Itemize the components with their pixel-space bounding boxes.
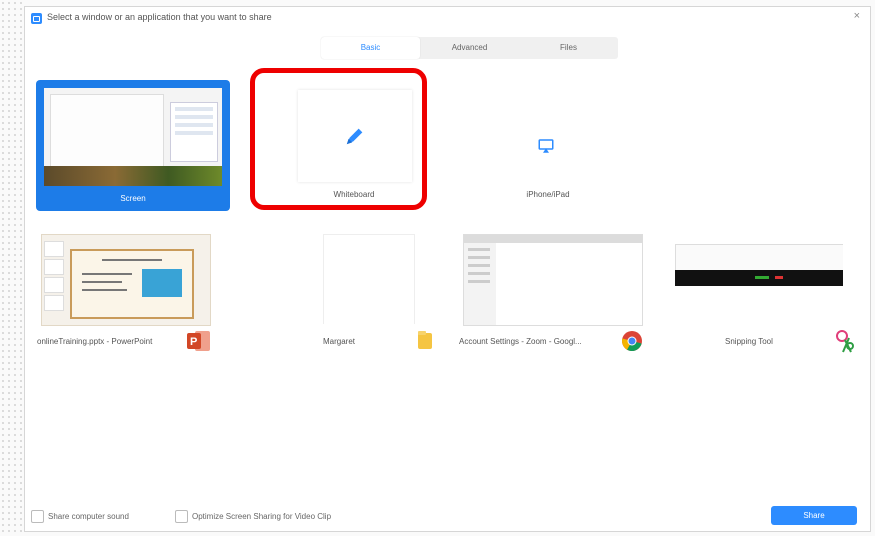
window-label-powerpoint: onlineTraining.pptx - PowerPoint <box>37 337 153 346</box>
window-tile-powerpoint[interactable]: onlineTraining.pptx - PowerPoint P <box>31 230 221 360</box>
title-bar: Select a window or an application that y… <box>25 7 870 29</box>
optimize-video-label: Optimize Screen Sharing for Video Clip <box>192 512 332 521</box>
share-screen-dialog: Select a window or an application that y… <box>24 6 871 532</box>
share-button[interactable]: Share <box>771 506 857 525</box>
share-option-whiteboard[interactable]: Whiteboard <box>270 80 438 211</box>
window-label-snipping-tool: Snipping Tool <box>725 337 773 346</box>
pencil-icon <box>346 128 363 145</box>
iphone-card <box>518 116 574 176</box>
tab-advanced[interactable]: Advanced <box>420 37 519 59</box>
left-edge-texture <box>0 0 24 536</box>
whiteboard-label: Whiteboard <box>333 190 375 199</box>
tab-files[interactable]: Files <box>519 37 618 59</box>
dialog-footer: Share computer sound Optimize Screen Sha… <box>25 501 870 531</box>
screen-label: Screen <box>120 194 146 203</box>
window-tile-chrome[interactable]: Account Settings - Zoom - Googl... <box>453 230 643 360</box>
airplay-icon <box>538 139 554 153</box>
close-icon[interactable]: × <box>854 10 860 22</box>
powerpoint-thumbnail <box>41 234 211 326</box>
svg-text:P: P <box>190 336 197 348</box>
window-tile-margaret[interactable]: Margaret <box>273 230 463 360</box>
file-explorer-icon <box>417 330 433 355</box>
tab-bar: Basic Advanced Files <box>321 37 618 59</box>
snipping-tool-icon <box>835 330 857 359</box>
window-label-margaret: Margaret <box>323 337 356 346</box>
window-tile-snipping-tool[interactable]: Snipping Tool <box>665 230 855 360</box>
chrome-icon <box>621 330 643 357</box>
share-option-iphone-ipad[interactable]: iPhone/iPad <box>478 80 618 211</box>
tab-basic[interactable]: Basic <box>321 37 420 59</box>
zoom-app-icon <box>31 13 42 24</box>
window-label-chrome: Account Settings - Zoom - Googl... <box>459 337 582 346</box>
chrome-thumbnail <box>463 234 643 326</box>
checkbox-box[interactable] <box>175 510 188 523</box>
share-sound-checkbox[interactable]: Share computer sound <box>31 510 129 523</box>
margaret-thumbnail <box>283 234 451 324</box>
optimize-video-checkbox[interactable]: Optimize Screen Sharing for Video Clip <box>175 510 331 523</box>
powerpoint-icon: P <box>187 330 211 357</box>
whiteboard-card <box>298 90 412 182</box>
checkbox-box[interactable] <box>31 510 44 523</box>
share-sound-label: Share computer sound <box>48 512 129 521</box>
dialog-title: Select a window or an application that y… <box>47 12 272 22</box>
screen-thumbnail <box>44 88 222 186</box>
iphone-label: iPhone/iPad <box>526 190 570 199</box>
snipping-tool-thumbnail <box>675 234 843 324</box>
share-option-screen[interactable]: Screen <box>36 80 230 211</box>
